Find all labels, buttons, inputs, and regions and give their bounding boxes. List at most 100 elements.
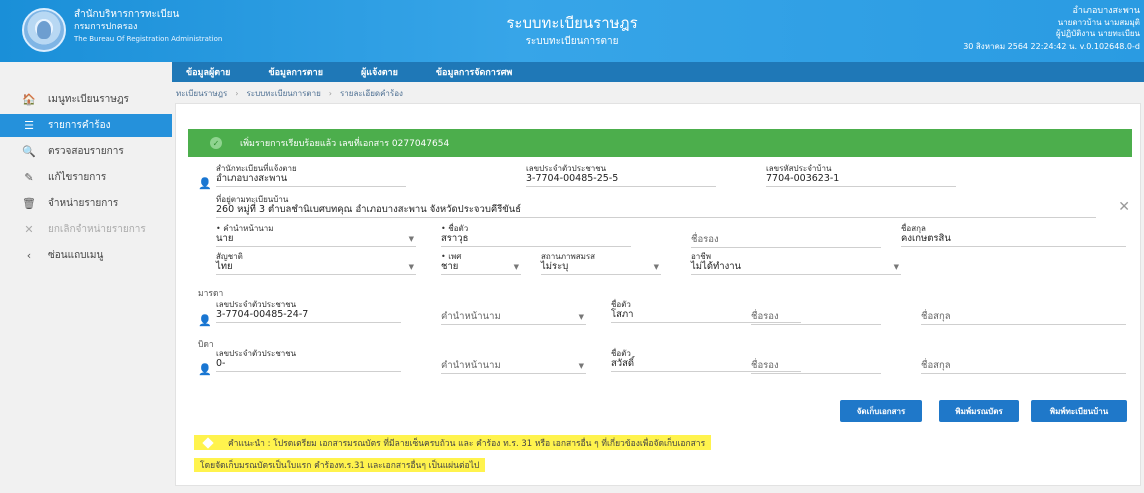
field-label: สัญชาติ: [216, 252, 243, 261]
sidebar-item-4[interactable]: 🗑 จำหน่ายรายการ: [0, 192, 172, 215]
father-id-field[interactable]: เลขประจำตัวประชาชน 0-: [216, 349, 401, 372]
mother-middle-name-field[interactable]: ชื่อรอง: [751, 311, 881, 325]
person-icon: 👤: [198, 363, 212, 376]
tab-informant[interactable]: ผู้แจ้งตาย: [361, 65, 398, 79]
close-icon[interactable]: ✕: [1118, 199, 1130, 215]
father-last-placeholder: ชื่อสกุล: [921, 360, 1126, 374]
check-icon: ✓: [210, 137, 222, 149]
field-label: ชื่อสกุล: [901, 224, 926, 233]
house-code-field: เลขรหัสประจำบ้าน 7704-003623-1: [766, 164, 956, 187]
sidebar-item-6[interactable]: ‹ ซ่อนแถบเมนู: [0, 244, 172, 267]
registration-office-value: อำเภอบางสะพาน: [216, 173, 406, 187]
father-section-title: บิดา: [198, 340, 214, 350]
sidebar-item-label: ยกเลิกจำหน่ายรายการ: [48, 224, 146, 235]
nationality-value: ไทย: [216, 261, 416, 275]
sidebar-item-label: เมนูทะเบียนราษฎร: [48, 94, 129, 105]
chevron-left-icon: ‹: [26, 249, 32, 262]
breadcrumb-item[interactable]: ระบบทะเบียนการตาย: [246, 89, 320, 98]
address-field: ที่อยู่ตามทะเบียนบ้าน 260 หมู่ที่ 3 ตำบล…: [216, 195, 1096, 218]
print-house-registration-button[interactable]: พิมพ์ทะเบียนบ้าน: [1031, 400, 1127, 422]
sidebar-item-label: ตรวจสอบรายการ: [48, 146, 124, 157]
father-middle-placeholder: ชื่อรอง: [751, 360, 881, 374]
instruction-note: คำแนะนำ : โปรดเตรียม เอกสารมรณบัตร ที่มี…: [194, 435, 712, 450]
breadcrumb-current: รายละเอียดคำร้อง: [339, 89, 403, 98]
mother-last-placeholder: ชื่อสกุล: [921, 311, 1126, 325]
store-documents-button[interactable]: จัดเก็บเอกสาร: [840, 400, 922, 422]
occupation-select[interactable]: อาชีพ ไม่ได้ทำงาน ▼: [691, 252, 901, 275]
chevron-down-icon: ▼: [893, 263, 899, 271]
sidebar-item-3[interactable]: ✎ แก้ไขรายการ: [0, 166, 172, 189]
field-label: เลขรหัสประจำบ้าน: [766, 164, 832, 173]
father-title-select[interactable]: คำนำหน้านาม ▼: [441, 360, 586, 374]
chevron-down-icon: ▼: [513, 263, 519, 271]
user-office: อำเภอบางสะพาน: [1072, 6, 1141, 16]
app-header: สำนักบริหารการทะเบียน กรมการปกครอง The B…: [0, 0, 1144, 62]
sex-value: ชาย: [441, 261, 521, 275]
chevron-down-icon: ▼: [578, 362, 584, 370]
title-value: นาย: [216, 233, 416, 247]
field-label: เพศ: [441, 252, 521, 261]
tab-death-info[interactable]: ข้อมูลการตาย: [268, 65, 323, 79]
nationality-select[interactable]: สัญชาติ ไทย ▼: [216, 252, 416, 275]
info-diamond-icon: [202, 436, 214, 449]
last-name-field[interactable]: ชื่อสกุล คงเกษตรสิน: [901, 224, 1126, 247]
sidebar-item-label: รายการคำร้อง: [48, 120, 111, 131]
field-label: ชื่อตัว: [441, 224, 631, 233]
field-label: อาชีพ: [691, 252, 711, 261]
request-detail-card: ✓ เพิ่มรายการเรียบร้อยแล้ว เลขที่เอกสาร …: [175, 103, 1141, 486]
sidebar-item-label: ซ่อนแถบเมนู: [48, 250, 104, 261]
print-death-certificate-button[interactable]: พิมพ์มรณบัตร: [939, 400, 1019, 422]
field-label: คำนำหน้านาม: [216, 224, 416, 233]
title-select[interactable]: คำนำหน้านาม นาย ▼: [216, 224, 416, 247]
tab-bar: ข้อมูลผู้ตาย ข้อมูลการตาย ผู้แจ้งตาย ข้อ…: [172, 62, 1144, 82]
father-title-placeholder: คำนำหน้านาม: [441, 360, 586, 374]
chevron-down-icon: ▼: [408, 263, 414, 271]
tab-funeral-info[interactable]: ข้อมูลการจัดการศพ: [436, 65, 512, 79]
mother-middle-placeholder: ชื่อรอง: [751, 311, 881, 325]
home-icon: 🏠: [22, 93, 36, 106]
mother-last-name-field[interactable]: ชื่อสกุล: [921, 311, 1126, 325]
field-label: ชื่อตัว: [611, 349, 631, 358]
mother-section-title: มารดา: [198, 289, 224, 299]
breadcrumb-item[interactable]: ทะเบียนราษฎร: [176, 89, 227, 98]
sidebar-item-label: จำหน่ายรายการ: [48, 198, 119, 209]
deceased-id-field: เลขประจำตัวประชาชน 3-7704-00485-25-5: [526, 164, 716, 187]
address-value: 260 หมู่ที่ 3 ตำบลชำนิเบศบทคุณ อำเภอบางส…: [216, 204, 1096, 218]
occupation-value: ไม่ได้ทำงาน: [691, 261, 901, 275]
user-role: ผู้ปฏิบัติงาน นายทะเบียน: [1055, 29, 1140, 38]
tab-deceased-info[interactable]: ข้อมูลผู้ตาย: [186, 65, 230, 79]
field-label: ชื่อตัว: [611, 300, 631, 309]
instruction-note-2-text: โดยจัดเก็บมรณบัตรเป็นใบแรก คำร้องท.ร.31 …: [200, 461, 480, 471]
first-name-field[interactable]: ชื่อตัว สราวุธ: [441, 224, 631, 247]
mother-title-placeholder: คำนำหน้านาม: [441, 311, 586, 325]
person-icon: 👤: [198, 177, 212, 190]
father-id-value: 0-: [216, 358, 401, 372]
chevron-down-icon: ▼: [578, 313, 584, 321]
field-label: เลขประจำตัวประชาชน: [216, 300, 297, 309]
user-name: นายดาวบ้าน นามสมมุติ: [1057, 18, 1140, 27]
mother-title-select[interactable]: คำนำหน้านาม ▼: [441, 311, 586, 325]
middle-name-field[interactable]: ชื่อรอง: [691, 234, 881, 248]
sex-select[interactable]: เพศ ชาย ▼: [441, 252, 521, 275]
mother-id-field[interactable]: เลขประจำตัวประชาชน 3-7704-00485-24-7: [216, 300, 401, 323]
sidebar-item-2[interactable]: 🔍 ตรวจสอบรายการ: [0, 140, 172, 163]
success-alert: ✓ เพิ่มรายการเรียบร้อยแล้ว เลขที่เอกสาร …: [188, 129, 1132, 157]
chevron-down-icon: ▼: [653, 263, 659, 271]
marital-status-select[interactable]: สถานภาพสมรส ไม่ระบุ ▼: [541, 252, 661, 275]
mother-id-value: 3-7704-00485-24-7: [216, 309, 401, 323]
deceased-id-value: 3-7704-00485-25-5: [526, 173, 716, 187]
field-label: สถานภาพสมรส: [541, 252, 596, 261]
registration-office-field: สำนักทะเบียนที่แจ้งตาย อำเภอบางสะพาน: [216, 164, 406, 187]
sidebar-item-1[interactable]: ☰ รายการคำร้อง: [0, 114, 172, 137]
cancel-icon: ✕: [24, 223, 34, 236]
user-info: อำเภอบางสะพาน นายดาวบ้าน นามสมมุติ ผู้ปฏ…: [963, 6, 1140, 52]
father-last-name-field[interactable]: ชื่อสกุล: [921, 360, 1126, 374]
chevron-down-icon: ▼: [408, 235, 414, 243]
father-middle-name-field[interactable]: ชื่อรอง: [751, 360, 881, 374]
first-name-value: สราวุธ: [441, 233, 631, 247]
person-icon: 👤: [198, 314, 212, 327]
sidebar-item-label: แก้ไขรายการ: [48, 172, 107, 183]
instruction-note-text: คำแนะนำ : โปรดเตรียม เอกสารมรณบัตร ที่มี…: [228, 438, 706, 449]
breadcrumb: ทะเบียนราษฎร › ระบบทะเบียนการตาย › รายละเอีย…: [176, 89, 403, 98]
sidebar-item-0[interactable]: 🏠 เมนูทะเบียนราษฎร: [0, 88, 172, 111]
